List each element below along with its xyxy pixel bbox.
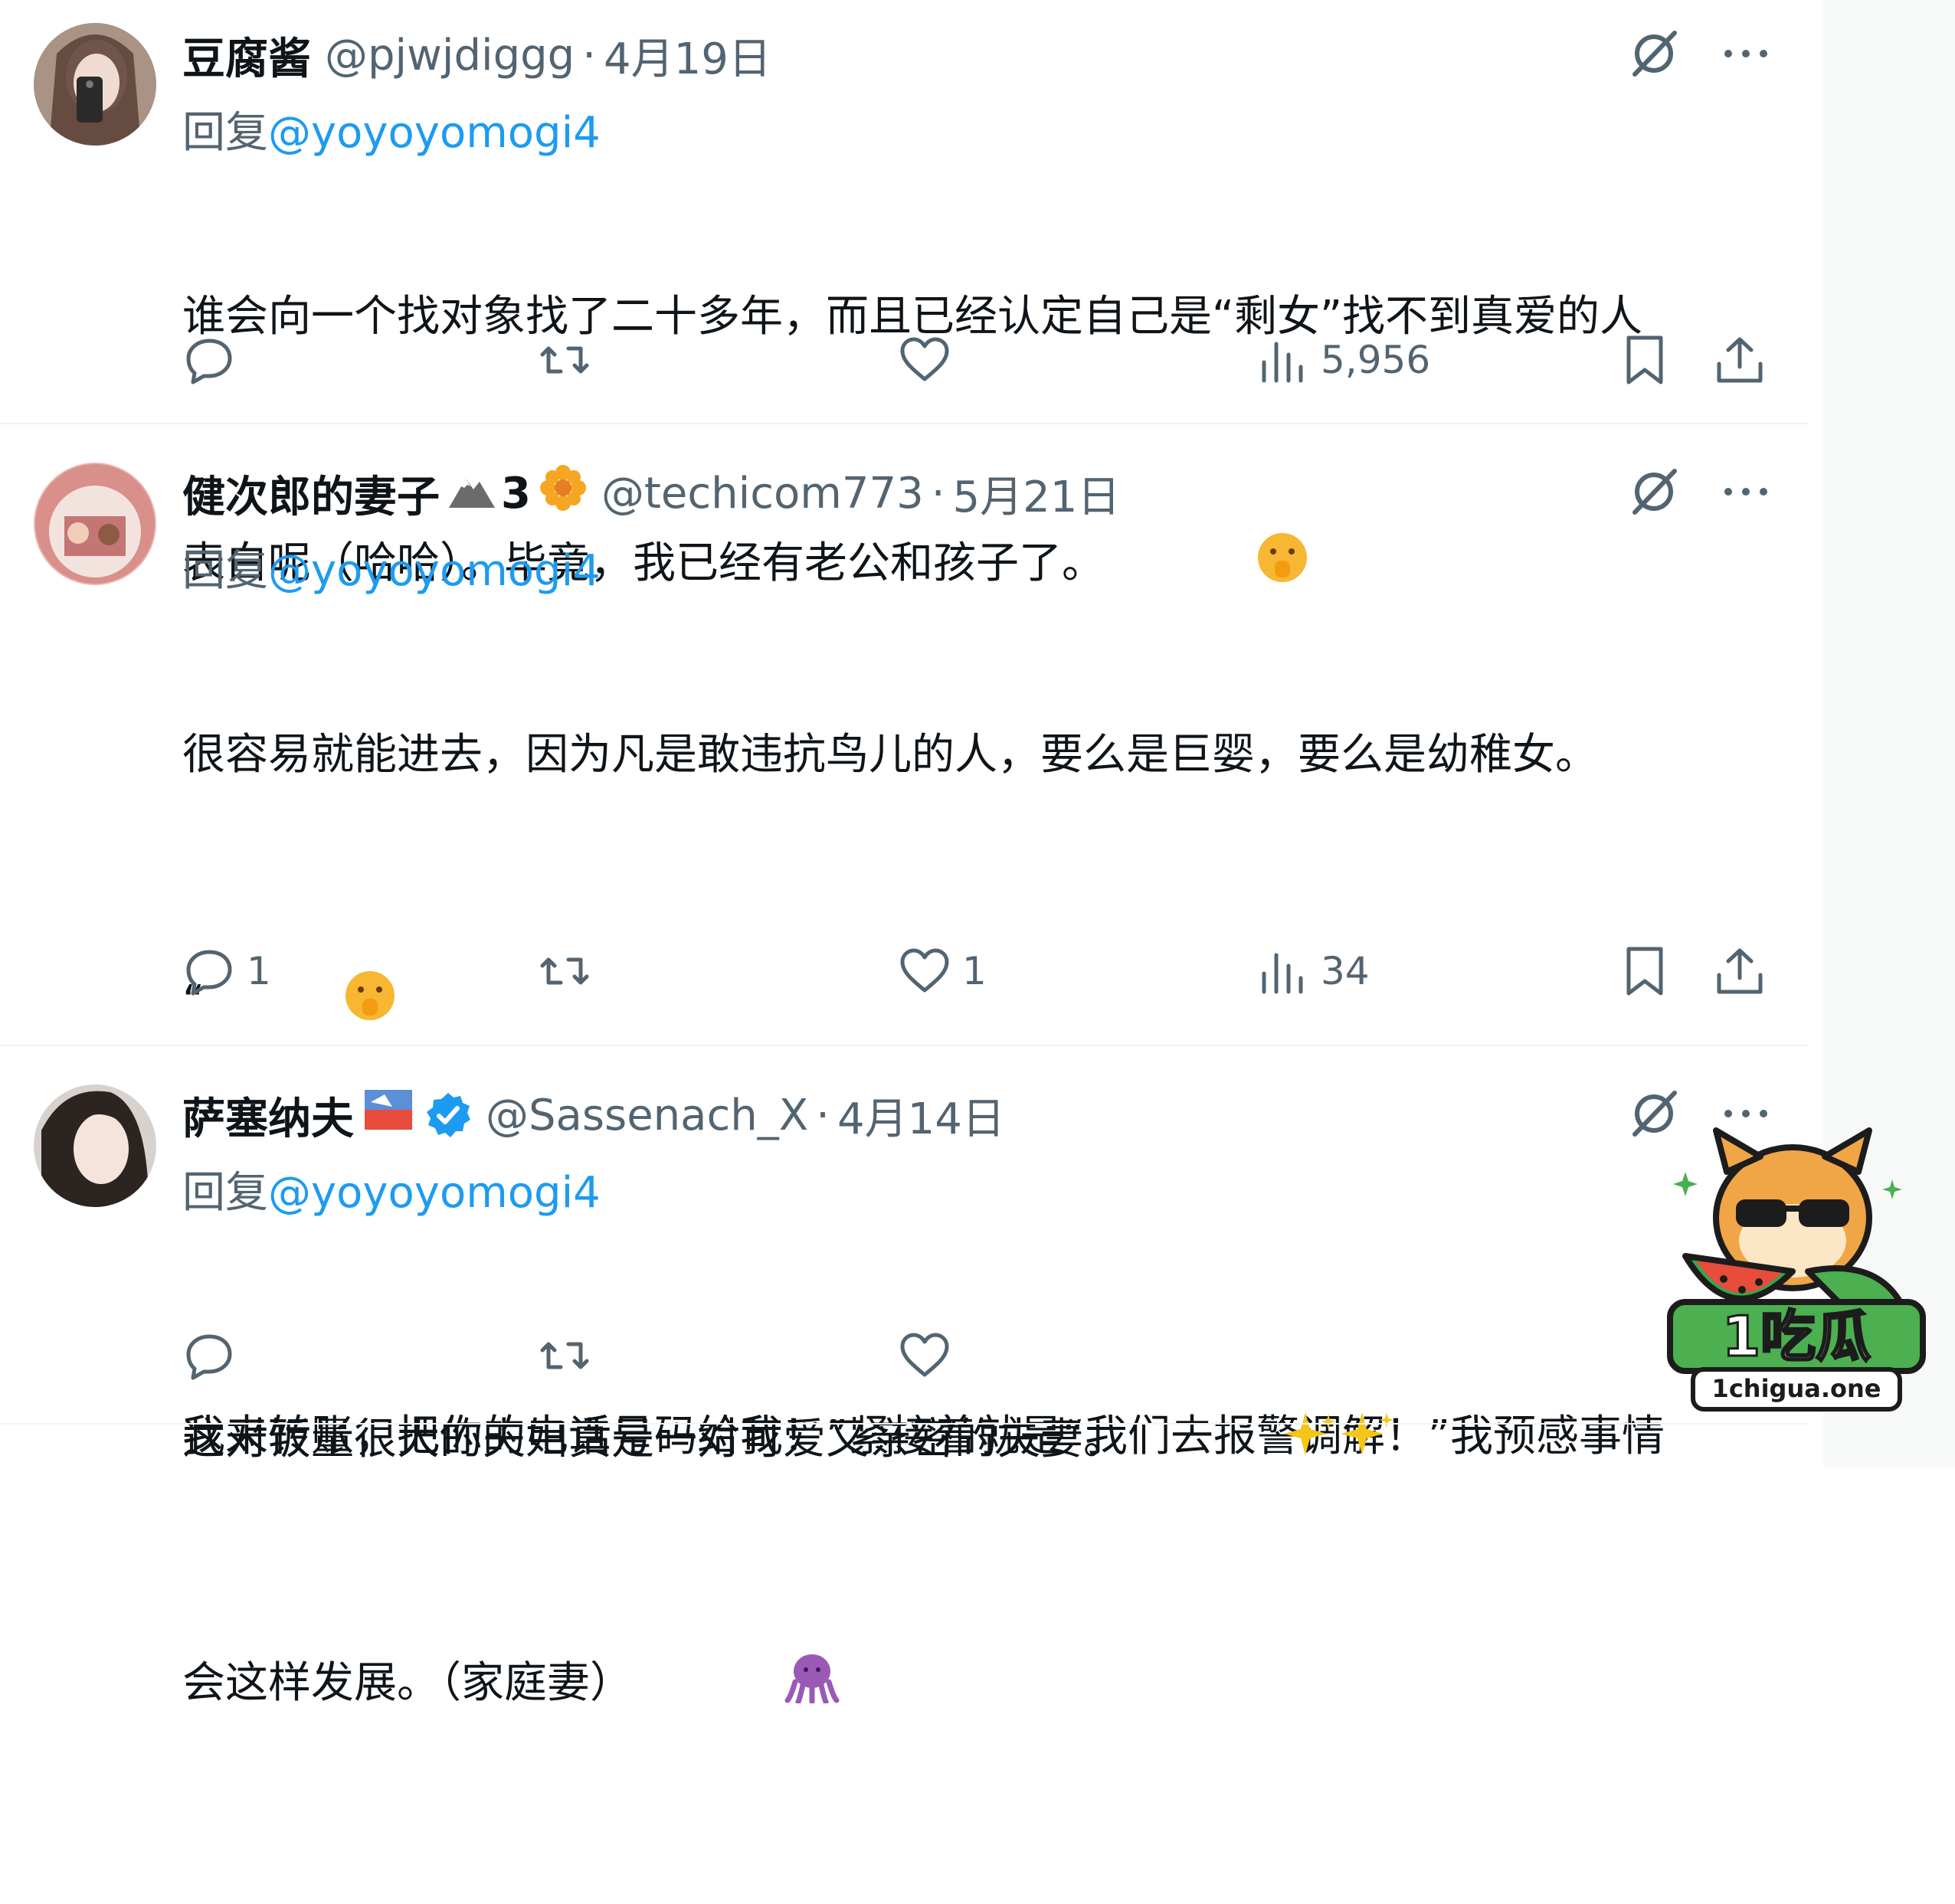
retweet-button[interactable] <box>538 329 602 391</box>
bookmark-icon <box>1626 335 1663 384</box>
watermark-logo: 1吃瓜 1chigua.one <box>1662 1126 1930 1417</box>
views-icon <box>1262 953 1303 994</box>
user-handle[interactable]: @techicom773 <box>601 469 924 519</box>
reply-to-handle[interactable]: @yoyoyomogi4 <box>268 108 601 158</box>
views-icon <box>1262 342 1303 383</box>
tweet-actions: 1 1 34 <box>0 941 1823 1002</box>
avatar[interactable] <box>34 463 156 585</box>
tweet-2[interactable]: 健次郎的妻子 3 @techicom773 · 5月21日 回复@yoyoyom… <box>0 426 1823 1708</box>
mountain-emoji <box>447 466 496 520</box>
tweet-3[interactable]: 萨塞纳夫 @Sassenach_X · 4月14日 回复@yoyoyomogi4… <box>0 1048 1823 1464</box>
tweet-actions: 5,956 <box>0 329 1823 391</box>
user-handle[interactable]: @pjwjdiggg <box>325 31 575 80</box>
tweet-date[interactable]: 5月21日 <box>953 463 1121 525</box>
display-name[interactable]: 健次郎的妻子 <box>182 463 440 525</box>
watermark-url: 1chigua.one <box>1712 1374 1881 1403</box>
separator-dot: · <box>582 30 597 80</box>
share-button[interactable] <box>1713 329 1767 391</box>
display-name[interactable]: 豆腐酱 <box>182 25 311 87</box>
display-name[interactable]: 萨塞纳夫 <box>182 1084 354 1147</box>
grok-icon[interactable] <box>1627 465 1681 522</box>
avatar-photo <box>34 463 156 585</box>
like-icon <box>900 1333 949 1377</box>
retweet-icon <box>540 957 589 985</box>
reply-button[interactable]: 1 <box>182 941 271 1002</box>
grok-icon[interactable] <box>1627 27 1681 83</box>
reply-icon <box>186 950 232 996</box>
reply-icon <box>186 339 232 384</box>
more-icon[interactable] <box>1719 27 1773 83</box>
views-button[interactable]: 5,956 <box>1256 329 1430 391</box>
reply-icon <box>186 1334 232 1380</box>
reply-to-handle[interactable]: @yoyoyomogi4 <box>268 1168 601 1218</box>
retweet-icon <box>540 346 589 374</box>
reply-context: 回复@yoyoyomogi4 <box>182 1158 601 1220</box>
tweet-date[interactable]: 4月19日 <box>604 25 771 87</box>
flower-emoji <box>539 463 588 523</box>
tweet-actions <box>0 1325 1823 1386</box>
reply-count: 1 <box>247 949 271 993</box>
separator-dot: · <box>816 1090 830 1140</box>
like-button[interactable] <box>898 329 962 391</box>
tweet-header: 豆腐酱 @pjwjdiggg · 4月19日 <box>182 25 771 86</box>
tweet-divider <box>0 1045 1808 1046</box>
flag-emoji <box>362 1087 415 1143</box>
share-button[interactable] <box>1713 941 1767 1002</box>
reply-prefix: 回复 <box>182 1168 268 1218</box>
like-icon <box>900 337 949 381</box>
like-icon <box>900 948 949 993</box>
user-handle[interactable]: @Sassenach_X <box>486 1091 808 1140</box>
reply-prefix: 回复 <box>182 546 268 596</box>
avatar-photo <box>34 23 156 146</box>
more-icon[interactable] <box>1719 465 1773 522</box>
share-icon <box>1717 948 1763 994</box>
avatar[interactable] <box>34 23 156 146</box>
view-count: 34 <box>1321 949 1370 993</box>
avatar-photo <box>34 1084 156 1207</box>
tweet-divider <box>0 423 1808 424</box>
watermark-brand: 1吃瓜 <box>1722 1304 1871 1369</box>
name-suffix: 3 <box>501 468 531 519</box>
like-button[interactable] <box>898 1325 962 1386</box>
tweet-top-icons <box>1627 25 1773 86</box>
reply-context: 回复@yoyoyomogi4 <box>182 536 601 598</box>
verified-badge-icon <box>424 1091 472 1139</box>
tweet-top-icons <box>1627 463 1773 524</box>
reply-context: 回复@yoyoyomogi4 <box>182 98 601 160</box>
share-icon <box>1717 337 1763 383</box>
reply-prefix: 回复 <box>182 108 268 158</box>
retweet-button[interactable] <box>538 941 602 1002</box>
tweet-divider <box>0 1423 1808 1425</box>
bookmark-icon <box>1626 947 1663 996</box>
tweet-1[interactable]: 豆腐酱 @pjwjdiggg · 4月19日 回复@yoyoyomogi4 谁会… <box>0 0 1823 588</box>
separator-dot: · <box>931 468 945 519</box>
views-button[interactable]: 34 <box>1256 941 1370 1002</box>
tweet-date[interactable]: 4月14日 <box>837 1084 1005 1147</box>
like-count: 1 <box>962 949 987 993</box>
text-line: 这对饭量很大的夫妇真是一对可爱又亲密的夫妻。 <box>182 1415 1126 1465</box>
retweet-button[interactable] <box>538 1325 602 1386</box>
bookmark-button[interactable] <box>1618 941 1672 1002</box>
tweet-header: 健次郎的妻子 3 @techicom773 · 5月21日 <box>182 463 1120 524</box>
reply-button[interactable] <box>182 1325 247 1386</box>
retweet-icon <box>540 1342 589 1369</box>
text-line: 会这样发展。（家庭妻） <box>182 1658 633 1709</box>
reply-button[interactable] <box>182 329 247 391</box>
tweet-header: 萨塞纳夫 @Sassenach_X · 4月14日 <box>182 1084 1005 1146</box>
text-line: 很容易就能进去，因为凡是敢违抗鸟儿的人，要么是巨婴，要么是幼稚女。 <box>182 730 1598 780</box>
bookmark-button[interactable] <box>1618 329 1672 391</box>
like-button[interactable]: 1 <box>898 941 987 1002</box>
view-count: 5,956 <box>1321 338 1431 382</box>
reply-feed: 豆腐酱 @pjwjdiggg · 4月19日 回复@yoyoyomogi4 谁会… <box>0 0 1823 1708</box>
reply-to-handle[interactable]: @yoyoyomogi4 <box>268 546 601 596</box>
avatar[interactable] <box>34 1084 156 1207</box>
tweet-text: 这对饭量很大的夫妇真是一对可爱又亲密的夫妻。 <box>182 1224 1776 1660</box>
